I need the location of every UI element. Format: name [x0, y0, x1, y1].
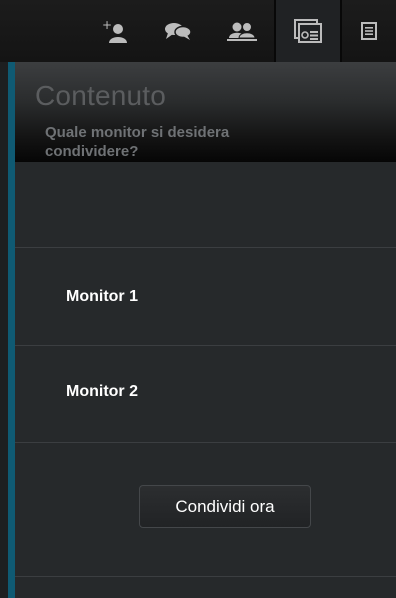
divider	[15, 247, 396, 248]
chat-button[interactable]	[146, 0, 210, 62]
add-user-button[interactable]: +	[84, 0, 146, 62]
share-now-button[interactable]: Condividi ora	[139, 485, 311, 528]
content-share-icon	[294, 19, 322, 43]
participants-button[interactable]	[210, 0, 274, 62]
notes-icon	[361, 22, 377, 40]
content-share-button[interactable]	[276, 0, 340, 62]
monitor-option-1[interactable]: Monitor 1	[15, 251, 396, 345]
divider	[15, 576, 396, 577]
panel-accent-bar	[8, 62, 15, 598]
monitor-option-2[interactable]: Monitor 2	[15, 346, 396, 440]
svg-text:+: +	[102, 18, 112, 32]
chat-icon	[165, 23, 192, 40]
monitor-label: Monitor 1	[66, 288, 138, 305]
divider	[15, 442, 396, 443]
monitor-label: Monitor 2	[66, 383, 138, 400]
left-margin	[0, 62, 8, 598]
add-user-icon: +	[102, 18, 127, 43]
top-toolbar: +	[0, 0, 396, 62]
participants-icon	[227, 22, 257, 41]
notes-button[interactable]	[342, 0, 396, 62]
panel-title: Contenuto	[35, 80, 167, 111]
monitor-question: Quale monitor si desidera condividere?	[45, 124, 230, 160]
